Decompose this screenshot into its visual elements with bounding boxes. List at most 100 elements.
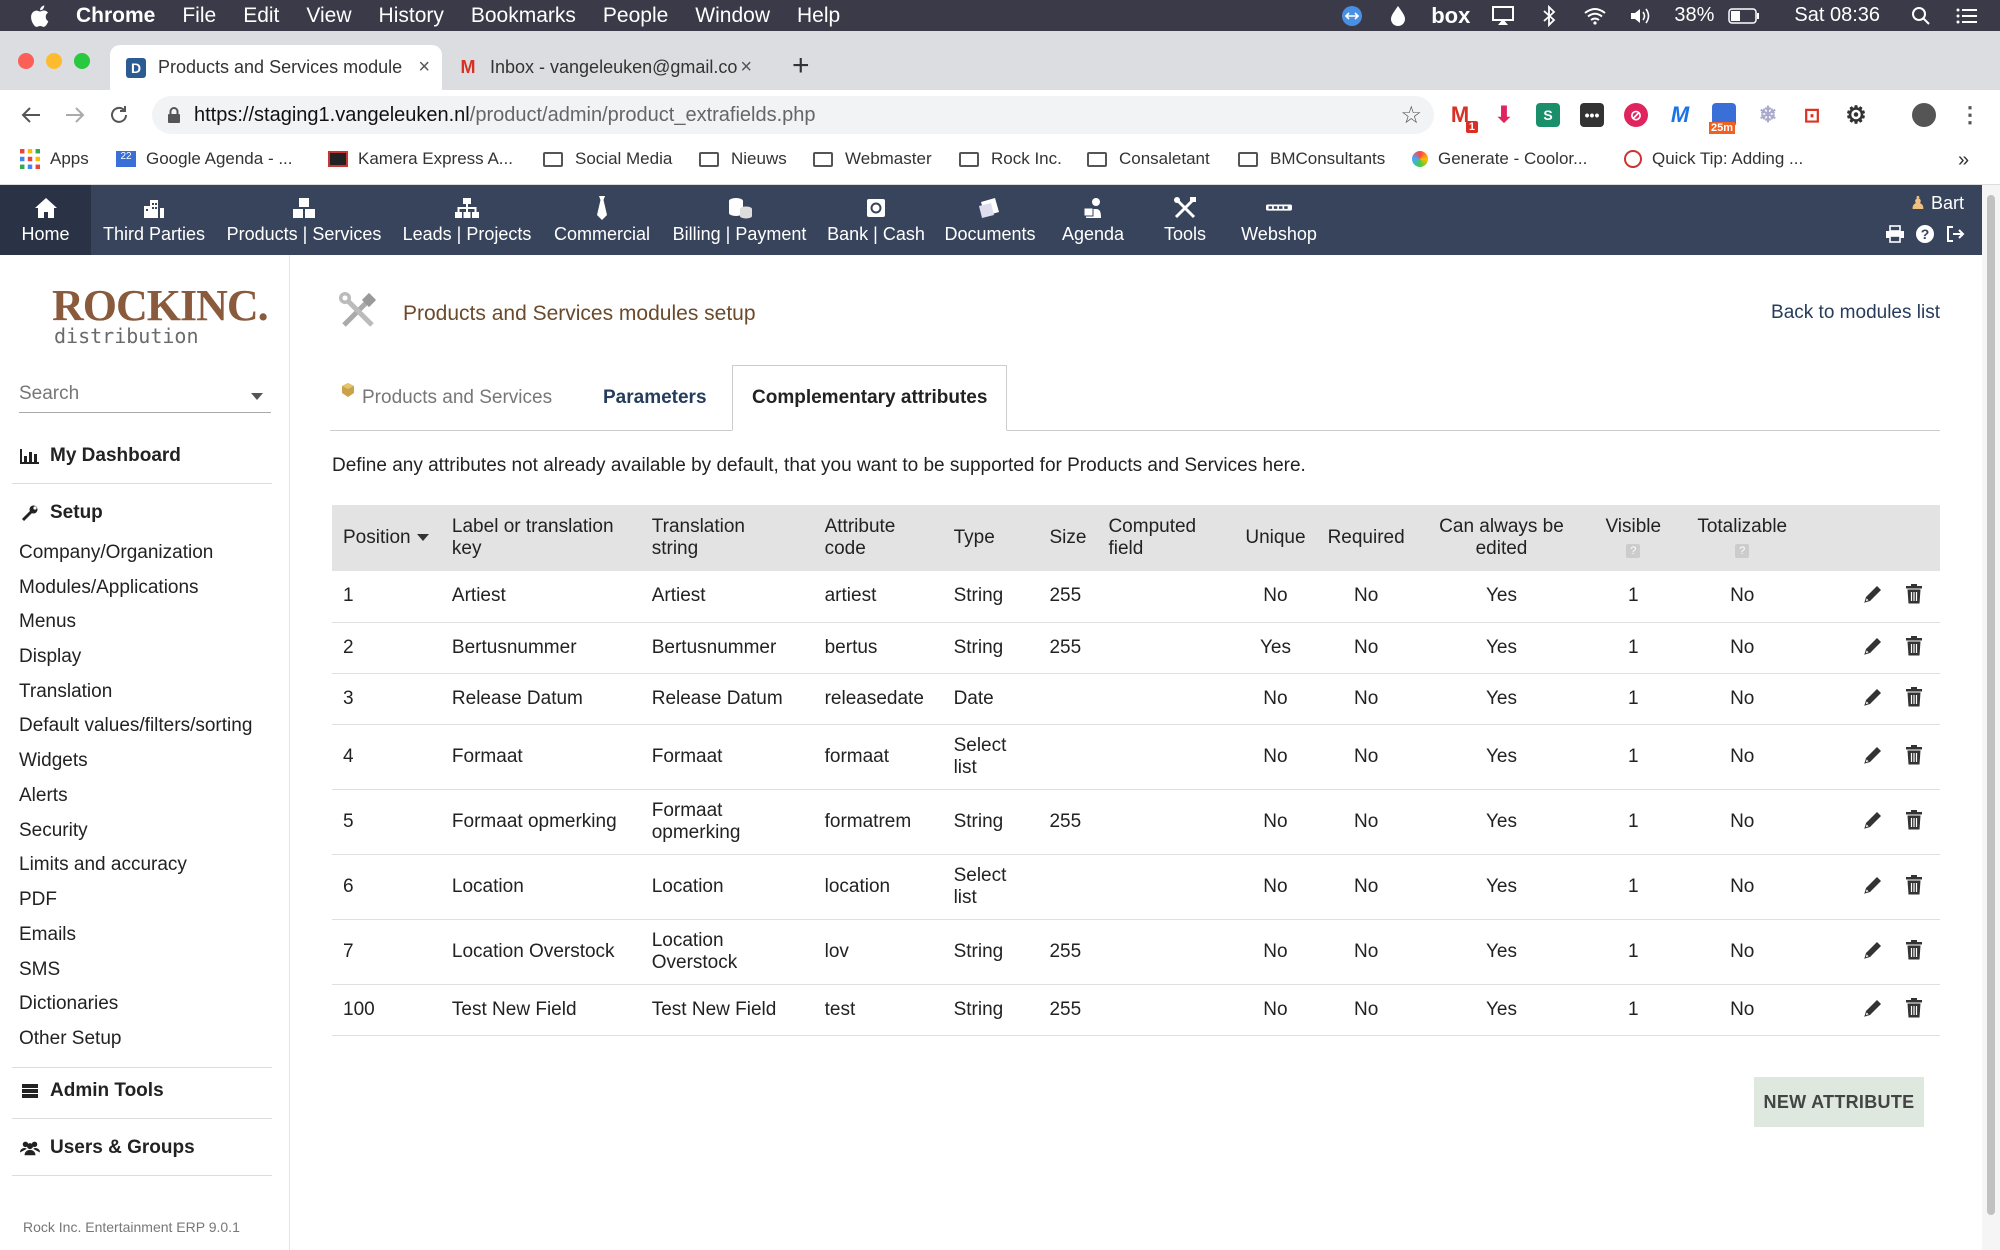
edit-pencil-icon[interactable] bbox=[1858, 583, 1884, 609]
new-attribute-button[interactable]: NEW ATTRIBUTE bbox=[1754, 1077, 1924, 1127]
header-position[interactable]: Position bbox=[332, 505, 441, 571]
sidebar-item-security[interactable]: Security bbox=[19, 820, 88, 842]
menu-window[interactable]: Window bbox=[695, 4, 770, 28]
delete-trash-icon[interactable] bbox=[1898, 686, 1924, 712]
profile-avatar[interactable] bbox=[1912, 103, 1936, 127]
back-to-modules-link[interactable]: Back to modules list bbox=[1771, 302, 1940, 324]
header-totalizable[interactable]: Totalizable? bbox=[1679, 505, 1805, 571]
sidebar-item-modules[interactable]: Modules/Applications bbox=[19, 577, 199, 599]
sidebar-item-display[interactable]: Display bbox=[19, 646, 81, 668]
drop-icon[interactable] bbox=[1385, 5, 1411, 27]
sidebar-users-groups[interactable]: Users & Groups bbox=[20, 1137, 195, 1159]
sidebar-item-alerts[interactable]: Alerts bbox=[19, 785, 68, 807]
snowflake-extension-icon[interactable]: ❄ bbox=[1756, 102, 1780, 127]
menu-history[interactable]: History bbox=[379, 4, 444, 28]
m-extension-icon[interactable]: M bbox=[1668, 102, 1692, 127]
wifi-icon[interactable] bbox=[1582, 5, 1608, 27]
menu-edit[interactable]: Edit bbox=[243, 4, 279, 28]
help-question-icon[interactable]: ? bbox=[1735, 544, 1750, 558]
zoom-window-button[interactable] bbox=[74, 53, 90, 69]
bluetooth-icon[interactable] bbox=[1536, 4, 1562, 27]
header-translation[interactable]: Translation string bbox=[641, 505, 814, 571]
company-logo[interactable]: ROCKINC. distribution bbox=[52, 284, 269, 347]
sidebar-admin-tools[interactable]: Admin Tools bbox=[20, 1080, 164, 1102]
bookmark-apps[interactable]: Apps bbox=[20, 149, 89, 169]
help-icon[interactable]: ? bbox=[1914, 223, 1936, 245]
sidebar-item-sms[interactable]: SMS bbox=[19, 959, 60, 981]
edit-pencil-icon[interactable] bbox=[1858, 874, 1884, 900]
bookmark-rock-inc[interactable]: Rock Inc. bbox=[959, 149, 1062, 169]
bookmark-consaletant[interactable]: Consaletant bbox=[1087, 149, 1210, 169]
bookmark-star-icon[interactable]: ☆ bbox=[1400, 101, 1422, 130]
airplay-icon[interactable] bbox=[1490, 5, 1516, 27]
header-visible[interactable]: Visible? bbox=[1587, 505, 1679, 571]
menu-chrome[interactable]: Chrome bbox=[76, 4, 155, 28]
tab-complementary-attributes[interactable]: Complementary attributes bbox=[732, 365, 1008, 431]
sidebar-item-limits[interactable]: Limits and accuracy bbox=[19, 854, 187, 876]
sidebar-setup[interactable]: Setup bbox=[20, 502, 103, 524]
sidebar-item-company[interactable]: Company/Organization bbox=[19, 542, 213, 564]
tab-products-and-services[interactable]: Products and Services bbox=[340, 365, 552, 431]
nav-tools[interactable]: Tools bbox=[1140, 185, 1230, 255]
box-icon[interactable]: box bbox=[1431, 3, 1470, 29]
sidebar-item-menus[interactable]: Menus bbox=[19, 611, 76, 633]
bookmark-webmaster[interactable]: Webmaster bbox=[813, 149, 932, 169]
spotlight-search-icon[interactable] bbox=[1908, 5, 1934, 27]
calendar-extension-icon[interactable]: 25m bbox=[1709, 103, 1736, 134]
sheets-extension-icon[interactable]: S bbox=[1536, 103, 1560, 127]
menu-file[interactable]: File bbox=[182, 4, 216, 28]
bookmark-coolors[interactable]: Generate - Coolor... bbox=[1412, 149, 1587, 169]
header-label-key[interactable]: Label or translation key bbox=[441, 505, 641, 571]
delete-trash-icon[interactable] bbox=[1898, 874, 1924, 900]
sidebar-item-dictionaries[interactable]: Dictionaries bbox=[19, 993, 118, 1015]
nav-third-parties[interactable]: Third Parties bbox=[91, 185, 217, 255]
close-tab-icon[interactable]: × bbox=[418, 56, 430, 79]
chrome-menu-icon[interactable]: ⋮ bbox=[1958, 102, 1982, 127]
close-window-button[interactable] bbox=[18, 53, 34, 69]
delete-trash-icon[interactable] bbox=[1898, 939, 1924, 965]
edit-pencil-icon[interactable] bbox=[1858, 635, 1884, 661]
sidebar-my-dashboard[interactable]: My Dashboard bbox=[20, 445, 181, 467]
edit-pencil-icon[interactable] bbox=[1858, 997, 1884, 1023]
bookmark-google-agenda[interactable]: 22 Google Agenda - ... bbox=[116, 149, 293, 169]
nav-agenda[interactable]: Agenda bbox=[1046, 185, 1140, 255]
teamviewer-icon[interactable] bbox=[1339, 5, 1365, 27]
sidebar-item-emails[interactable]: Emails bbox=[19, 924, 76, 946]
user-menu[interactable]: ♟ Bart bbox=[1910, 193, 1964, 214]
header-type[interactable]: Type bbox=[943, 505, 1039, 571]
volume-icon[interactable] bbox=[1628, 5, 1654, 27]
delete-trash-icon[interactable] bbox=[1898, 809, 1924, 835]
sidebar-item-default-values[interactable]: Default values/filters/sorting bbox=[19, 715, 252, 737]
red-extension-icon[interactable]: ⊡ bbox=[1800, 103, 1824, 127]
edit-pencil-icon[interactable] bbox=[1858, 744, 1884, 770]
new-tab-icon[interactable]: + bbox=[792, 49, 810, 83]
delete-trash-icon[interactable] bbox=[1898, 744, 1924, 770]
header-computed[interactable]: Computed field bbox=[1097, 505, 1234, 571]
sidebar-item-pdf[interactable]: PDF bbox=[19, 889, 57, 911]
reload-icon[interactable] bbox=[104, 100, 134, 130]
bookmarks-overflow-icon[interactable]: » bbox=[1958, 149, 1969, 172]
browser-tab-active[interactable]: D Products and Services module × bbox=[110, 45, 442, 90]
header-unique[interactable]: Unique bbox=[1234, 505, 1316, 571]
sidebar-item-widgets[interactable]: Widgets bbox=[19, 750, 88, 772]
delete-trash-icon[interactable] bbox=[1898, 583, 1924, 609]
delete-trash-icon[interactable] bbox=[1898, 635, 1924, 661]
nav-documents[interactable]: Documents bbox=[934, 185, 1046, 255]
address-bar[interactable]: https://staging1.vangeleuken.nl/product/… bbox=[152, 96, 1434, 134]
download-extension-icon[interactable]: ⬇ bbox=[1492, 102, 1516, 127]
bookmark-bmconsultants[interactable]: BMConsultants bbox=[1238, 149, 1385, 169]
dots-extension-icon[interactable]: ••• bbox=[1580, 103, 1604, 127]
tab-parameters[interactable]: Parameters bbox=[603, 365, 707, 431]
header-always-editable[interactable]: Can always be edited bbox=[1416, 505, 1588, 571]
sidebar-item-other-setup[interactable]: Other Setup bbox=[19, 1028, 121, 1050]
menu-view[interactable]: View bbox=[306, 4, 351, 28]
nav-bank-cash[interactable]: Bank | Cash bbox=[818, 185, 934, 255]
notification-center-icon[interactable] bbox=[1954, 5, 1980, 27]
clock[interactable]: Sat 08:36 bbox=[1794, 4, 1880, 27]
sidebar-item-translation[interactable]: Translation bbox=[19, 681, 112, 703]
header-required[interactable]: Required bbox=[1317, 505, 1416, 571]
lastpass-extension-icon[interactable]: ⊘ bbox=[1624, 103, 1648, 127]
menu-help[interactable]: Help bbox=[797, 4, 840, 28]
edit-pencil-icon[interactable] bbox=[1858, 686, 1884, 712]
nav-commercial[interactable]: Commercial bbox=[543, 185, 661, 255]
